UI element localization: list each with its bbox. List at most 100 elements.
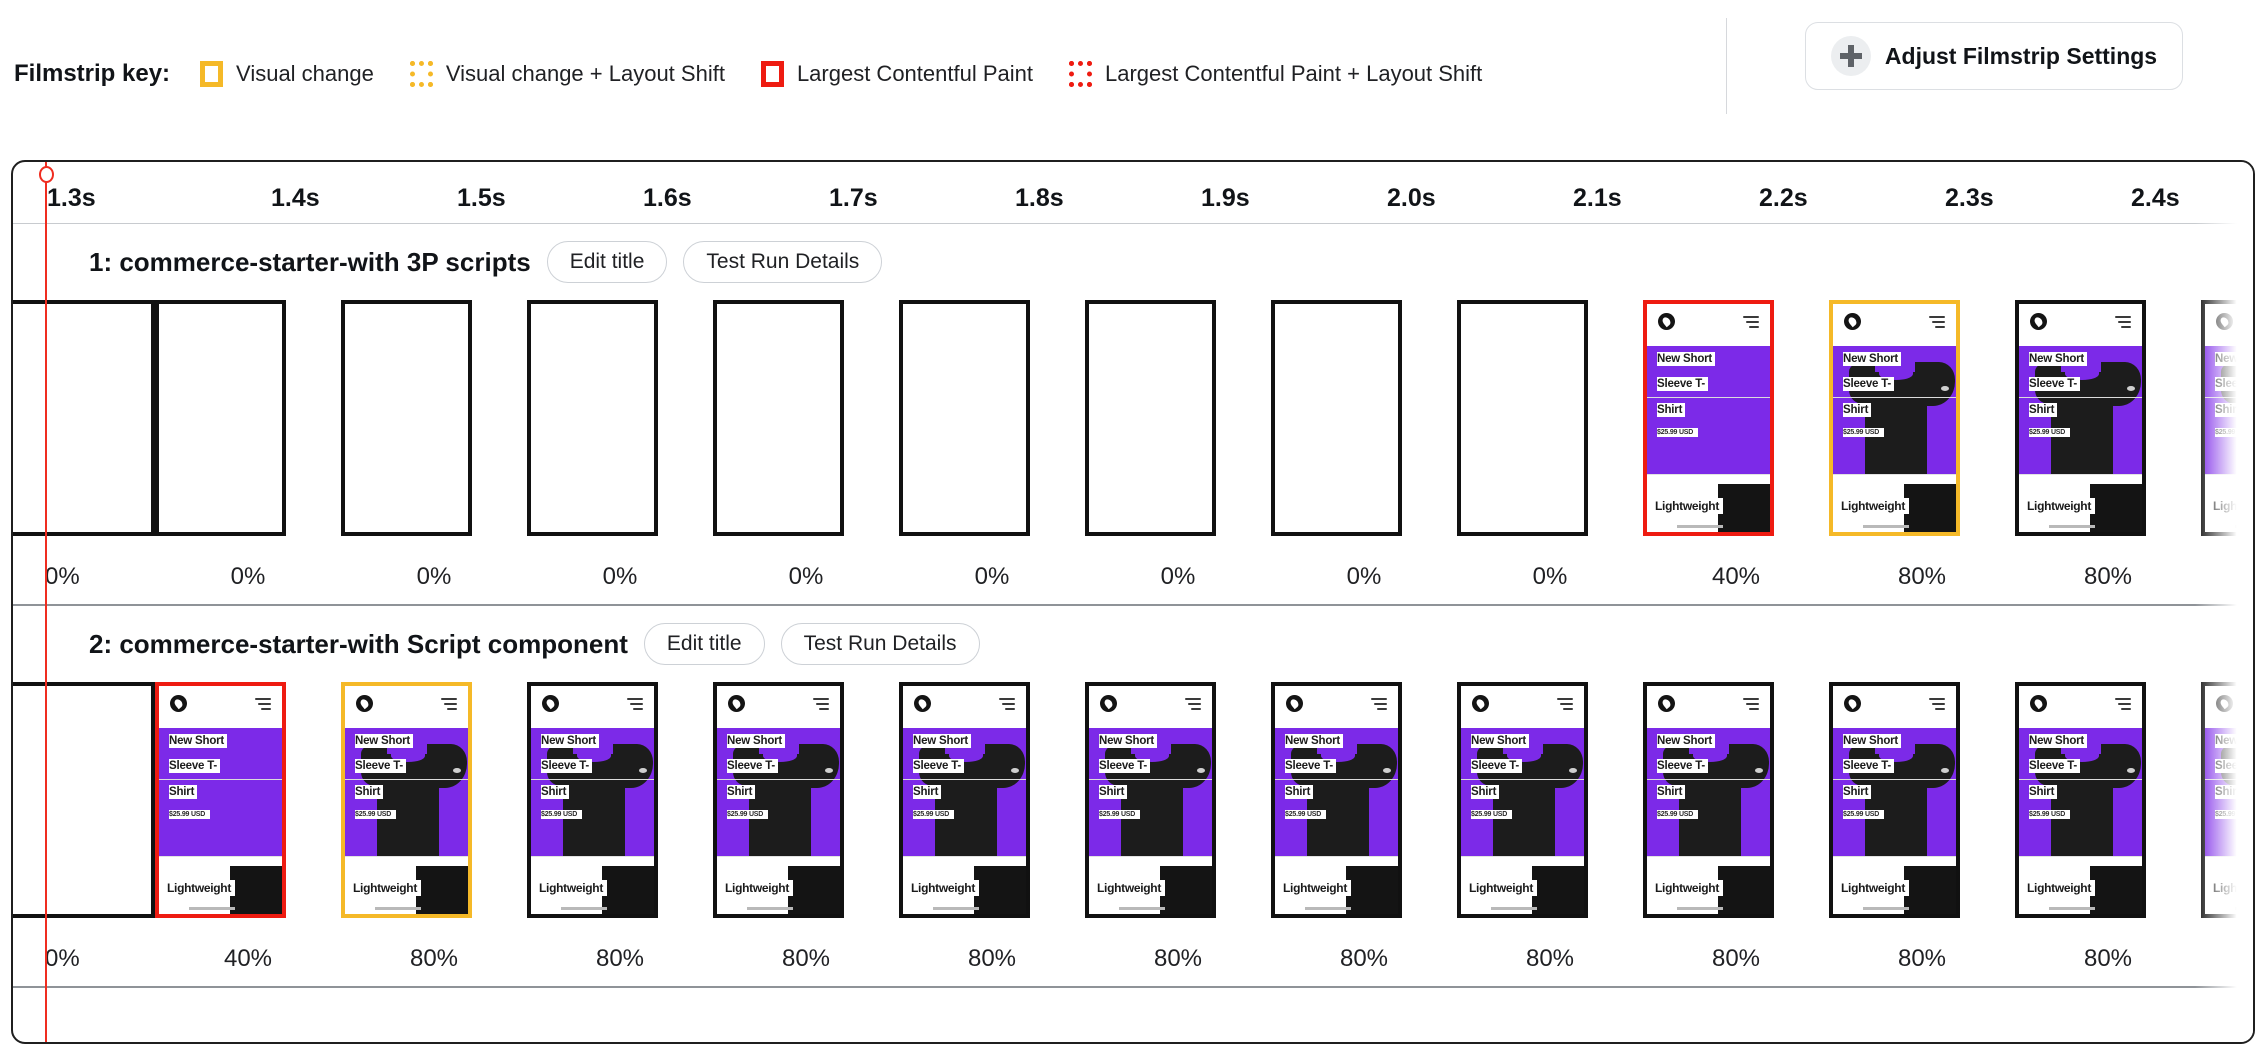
filmstrip-frame[interactable]: New Short Sleeve T- Shirt $25.99 USD Lightwe… <box>899 682 1085 918</box>
brand-logo-icon <box>2030 695 2047 712</box>
filmstrip-frame[interactable] <box>13 300 155 536</box>
frame-thumbnail[interactable]: New Short Sleeve T- Shirt $25.99 USD Lightwe… <box>1829 682 1960 918</box>
filmstrip-frame[interactable] <box>1457 300 1643 536</box>
filmstrip-frame[interactable] <box>155 300 341 536</box>
product-title-line2: Sleeve T- <box>541 759 593 773</box>
filmstrip-panel: 1.3s 1.4s 1.5s 1.6s 1.7s 1.8s 1.9s 2.0s 2.1s 2.2s… <box>11 160 2255 1044</box>
scroll-indicator <box>2049 525 2095 528</box>
footer-block <box>1904 866 1956 914</box>
filmstrip-frame[interactable]: New Short Sleeve T- Shirt $25.99 USD Lightwe… <box>341 682 527 918</box>
footer-divider <box>1647 856 1770 857</box>
filmstrip-frame[interactable]: New Short Sleeve T- Shirt $25.99 USD Lightwe… <box>527 682 713 918</box>
filmstrip-frame[interactable] <box>1271 300 1457 536</box>
filmstrip-frame[interactable]: New Short Sleeve T- Shirt $25.99 USD Lightwe… <box>155 682 341 918</box>
test-run-details-button[interactable]: Test Run Details <box>683 241 883 283</box>
edit-title-button[interactable]: Edit title <box>546 241 668 283</box>
product-title-line2: Sleeve T- <box>727 759 779 773</box>
filmstrip-frame[interactable]: New Short Sleeve T- Shirt $25.99 USD Lightwe… <box>1643 682 1829 918</box>
brand-logo-icon <box>1844 695 1861 712</box>
hamburger-menu-icon <box>1557 698 1573 713</box>
run-title: 2: commerce-starter-with Script componen… <box>89 628 628 659</box>
frame-thumbnail[interactable] <box>527 300 658 536</box>
frame-thumbnail[interactable]: New Short Sleeve T- Shirt $25.99 USD Lightwe… <box>341 682 472 918</box>
filmstrip-frame[interactable]: New Short Sleeve T- Shirt $25.99 USD Lightwe… <box>2015 682 2201 918</box>
frame-thumbnail[interactable]: New Short Sleeve T- Shirt $25.99 USD Lightwe… <box>1085 682 1216 918</box>
filmstrip-frame[interactable]: New Short Sleeve T- Shirt $25.99 USD Lightwe… <box>1271 682 1457 918</box>
hamburger-menu-icon <box>2115 316 2131 331</box>
product-title-line1: New Short <box>1843 734 1902 748</box>
brand-logo-icon <box>1658 313 1675 330</box>
filmstrip-frame[interactable] <box>13 682 155 918</box>
frame-thumbnail[interactable] <box>13 682 155 918</box>
frame-thumbnail[interactable]: New Short Sleeve T- Shirt $25.99 USD Lightwe… <box>2201 682 2253 918</box>
divider <box>903 779 1026 780</box>
product-footer-text: Lightweight <box>2027 498 2096 514</box>
frame-thumbnail[interactable]: New Short Sleeve T- Shirt $25.99 USD Lightwe… <box>713 682 844 918</box>
legend-title: Filmstrip key: <box>14 60 171 87</box>
visual-progress-value: 80% <box>967 945 1017 972</box>
filmstrip-scroll-area[interactable]: 1.3s 1.4s 1.5s 1.6s 1.7s 1.8s 1.9s 2.0s 2.1s 2.2s… <box>13 162 2253 1042</box>
frame-thumbnail[interactable]: New Short Sleeve T- Shirt $25.99 USD Lightwe… <box>1643 300 1774 536</box>
frame-thumbnail[interactable]: New Short Sleeve T- Shirt $25.99 USD Lightwe… <box>1643 682 1774 918</box>
footer-divider <box>903 856 1026 857</box>
frame-thumbnail[interactable] <box>899 300 1030 536</box>
timeline-ruler[interactable]: 1.3s 1.4s 1.5s 1.6s 1.7s 1.8s 1.9s 2.0s 2.1s 2.2s… <box>13 162 2253 224</box>
filmstrip-frame[interactable]: New Short Sleeve T- Shirt $25.99 USD Lightwe… <box>1643 300 1829 536</box>
plus-icon <box>1830 36 1871 76</box>
frame-thumbnail[interactable]: New Short Sleeve T- Shirt $25.99 USD Lightwe… <box>2015 682 2146 918</box>
product-title-line3: Shirt <box>1843 785 1872 799</box>
product-price: $25.99 USD <box>2029 428 2071 437</box>
filmstrip-frame[interactable]: New Short Sleeve T- Shirt $25.99 USD Lightwe… <box>713 682 899 918</box>
playhead-handle[interactable] <box>39 166 54 183</box>
filmstrip-frame[interactable] <box>341 300 527 536</box>
frame-thumbnail[interactable] <box>713 300 844 536</box>
frame-thumbnail[interactable]: New Short Sleeve T- Shirt $25.99 USD Lightwe… <box>1271 682 1402 918</box>
product-price: $25.99 USD <box>2029 810 2071 819</box>
filmstrip-frame[interactable] <box>899 300 1085 536</box>
filmstrip-frame[interactable]: New Short Sleeve T- Shirt $25.99 USD Lightwe… <box>1829 682 2015 918</box>
frame-thumbnail[interactable]: New Short Sleeve T- Shirt $25.99 USD Lightwe… <box>899 682 1030 918</box>
product-title-line1: New Short <box>2029 352 2088 366</box>
footer-block <box>788 866 840 914</box>
frame-thumbnail[interactable]: New Short Sleeve T- Shirt $25.99 USD Lightwe… <box>155 682 286 918</box>
frame-thumbnail[interactable] <box>13 300 155 536</box>
frame-thumbnail[interactable] <box>1085 300 1216 536</box>
timeline-tick: 1.8s <box>1015 184 1064 212</box>
frame-thumbnail[interactable] <box>1271 300 1402 536</box>
visual-progress-row: 0% 40% 80% 80% 80% 80% 80% 80% 80% 80% 80% 80% <box>13 932 2253 988</box>
frame-thumbnail[interactable] <box>155 300 286 536</box>
frame-thumbnail[interactable] <box>341 300 472 536</box>
hamburger-menu-icon <box>1929 316 1945 331</box>
frame-thumbnail[interactable]: New Short Sleeve T- Shirt $25.99 USD Lightwe… <box>1457 682 1588 918</box>
filmstrip-frame[interactable]: New Short Sleeve T- Shirt $25.99 USD Lightwe… <box>1829 300 2015 536</box>
test-run-details-button[interactable]: Test Run Details <box>780 623 980 665</box>
frame-thumbnail[interactable]: New Short Sleeve T- Shirt $25.99 USD Lightwe… <box>1829 300 1960 536</box>
filmstrip-frame[interactable] <box>1085 300 1271 536</box>
adjust-filmstrip-settings-button[interactable]: Adjust Filmstrip Settings <box>1805 22 2183 90</box>
product-title-line2: Sleeve T- <box>1843 377 1895 391</box>
filmstrip-frame[interactable] <box>713 300 899 536</box>
brand-logo-icon <box>170 695 187 712</box>
product-title-line3: Shirt <box>913 785 942 799</box>
filmstrip-frame[interactable]: New Short Sleeve T- Shirt $25.99 USD Lightwe… <box>2201 682 2253 918</box>
product-footer-text: Lightweight <box>725 880 794 896</box>
product-title-line1: New Short <box>541 734 600 748</box>
legend-items: Visual change Visual change + Layout Shif… <box>200 61 1482 87</box>
filmstrip-frame[interactable] <box>527 300 713 536</box>
frame-thumbnail[interactable] <box>1457 300 1588 536</box>
timeline-tick: 2.2s <box>1759 184 1808 212</box>
filmstrip-frame[interactable]: New Short Sleeve T- Shirt $25.99 USD Lightwe… <box>1457 682 1643 918</box>
product-title-line3: Shirt <box>1657 785 1686 799</box>
legend-item-label: Largest Contentful Paint <box>796 61 1033 86</box>
edit-title-button[interactable]: Edit title <box>643 623 765 665</box>
thumbnail-page-mock: New Short Sleeve T- Shirt $25.99 USD Lightwe… <box>717 686 840 914</box>
frame-thumbnail[interactable]: New Short Sleeve T- Shirt $25.99 USD Lightwe… <box>527 682 658 918</box>
filmstrip-frame[interactable]: New Short Sleeve T- Shirt $25.99 USD Lightwe… <box>2201 300 2253 536</box>
frame-thumbnail[interactable]: New Short Sleeve T- Shirt $25.99 USD Lightwe… <box>2201 300 2253 536</box>
footer-divider <box>1833 856 1956 857</box>
filmstrip-frame[interactable]: New Short Sleeve T- Shirt $25.99 USD Lightwe… <box>1085 682 1271 918</box>
frame-thumbnail[interactable]: New Short Sleeve T- Shirt $25.99 USD Lightwe… <box>2015 300 2146 536</box>
footer-divider <box>2019 856 2142 857</box>
brand-logo-icon <box>2216 313 2233 330</box>
filmstrip-frame[interactable]: New Short Sleeve T- Shirt $25.99 USD Lightwe… <box>2015 300 2201 536</box>
